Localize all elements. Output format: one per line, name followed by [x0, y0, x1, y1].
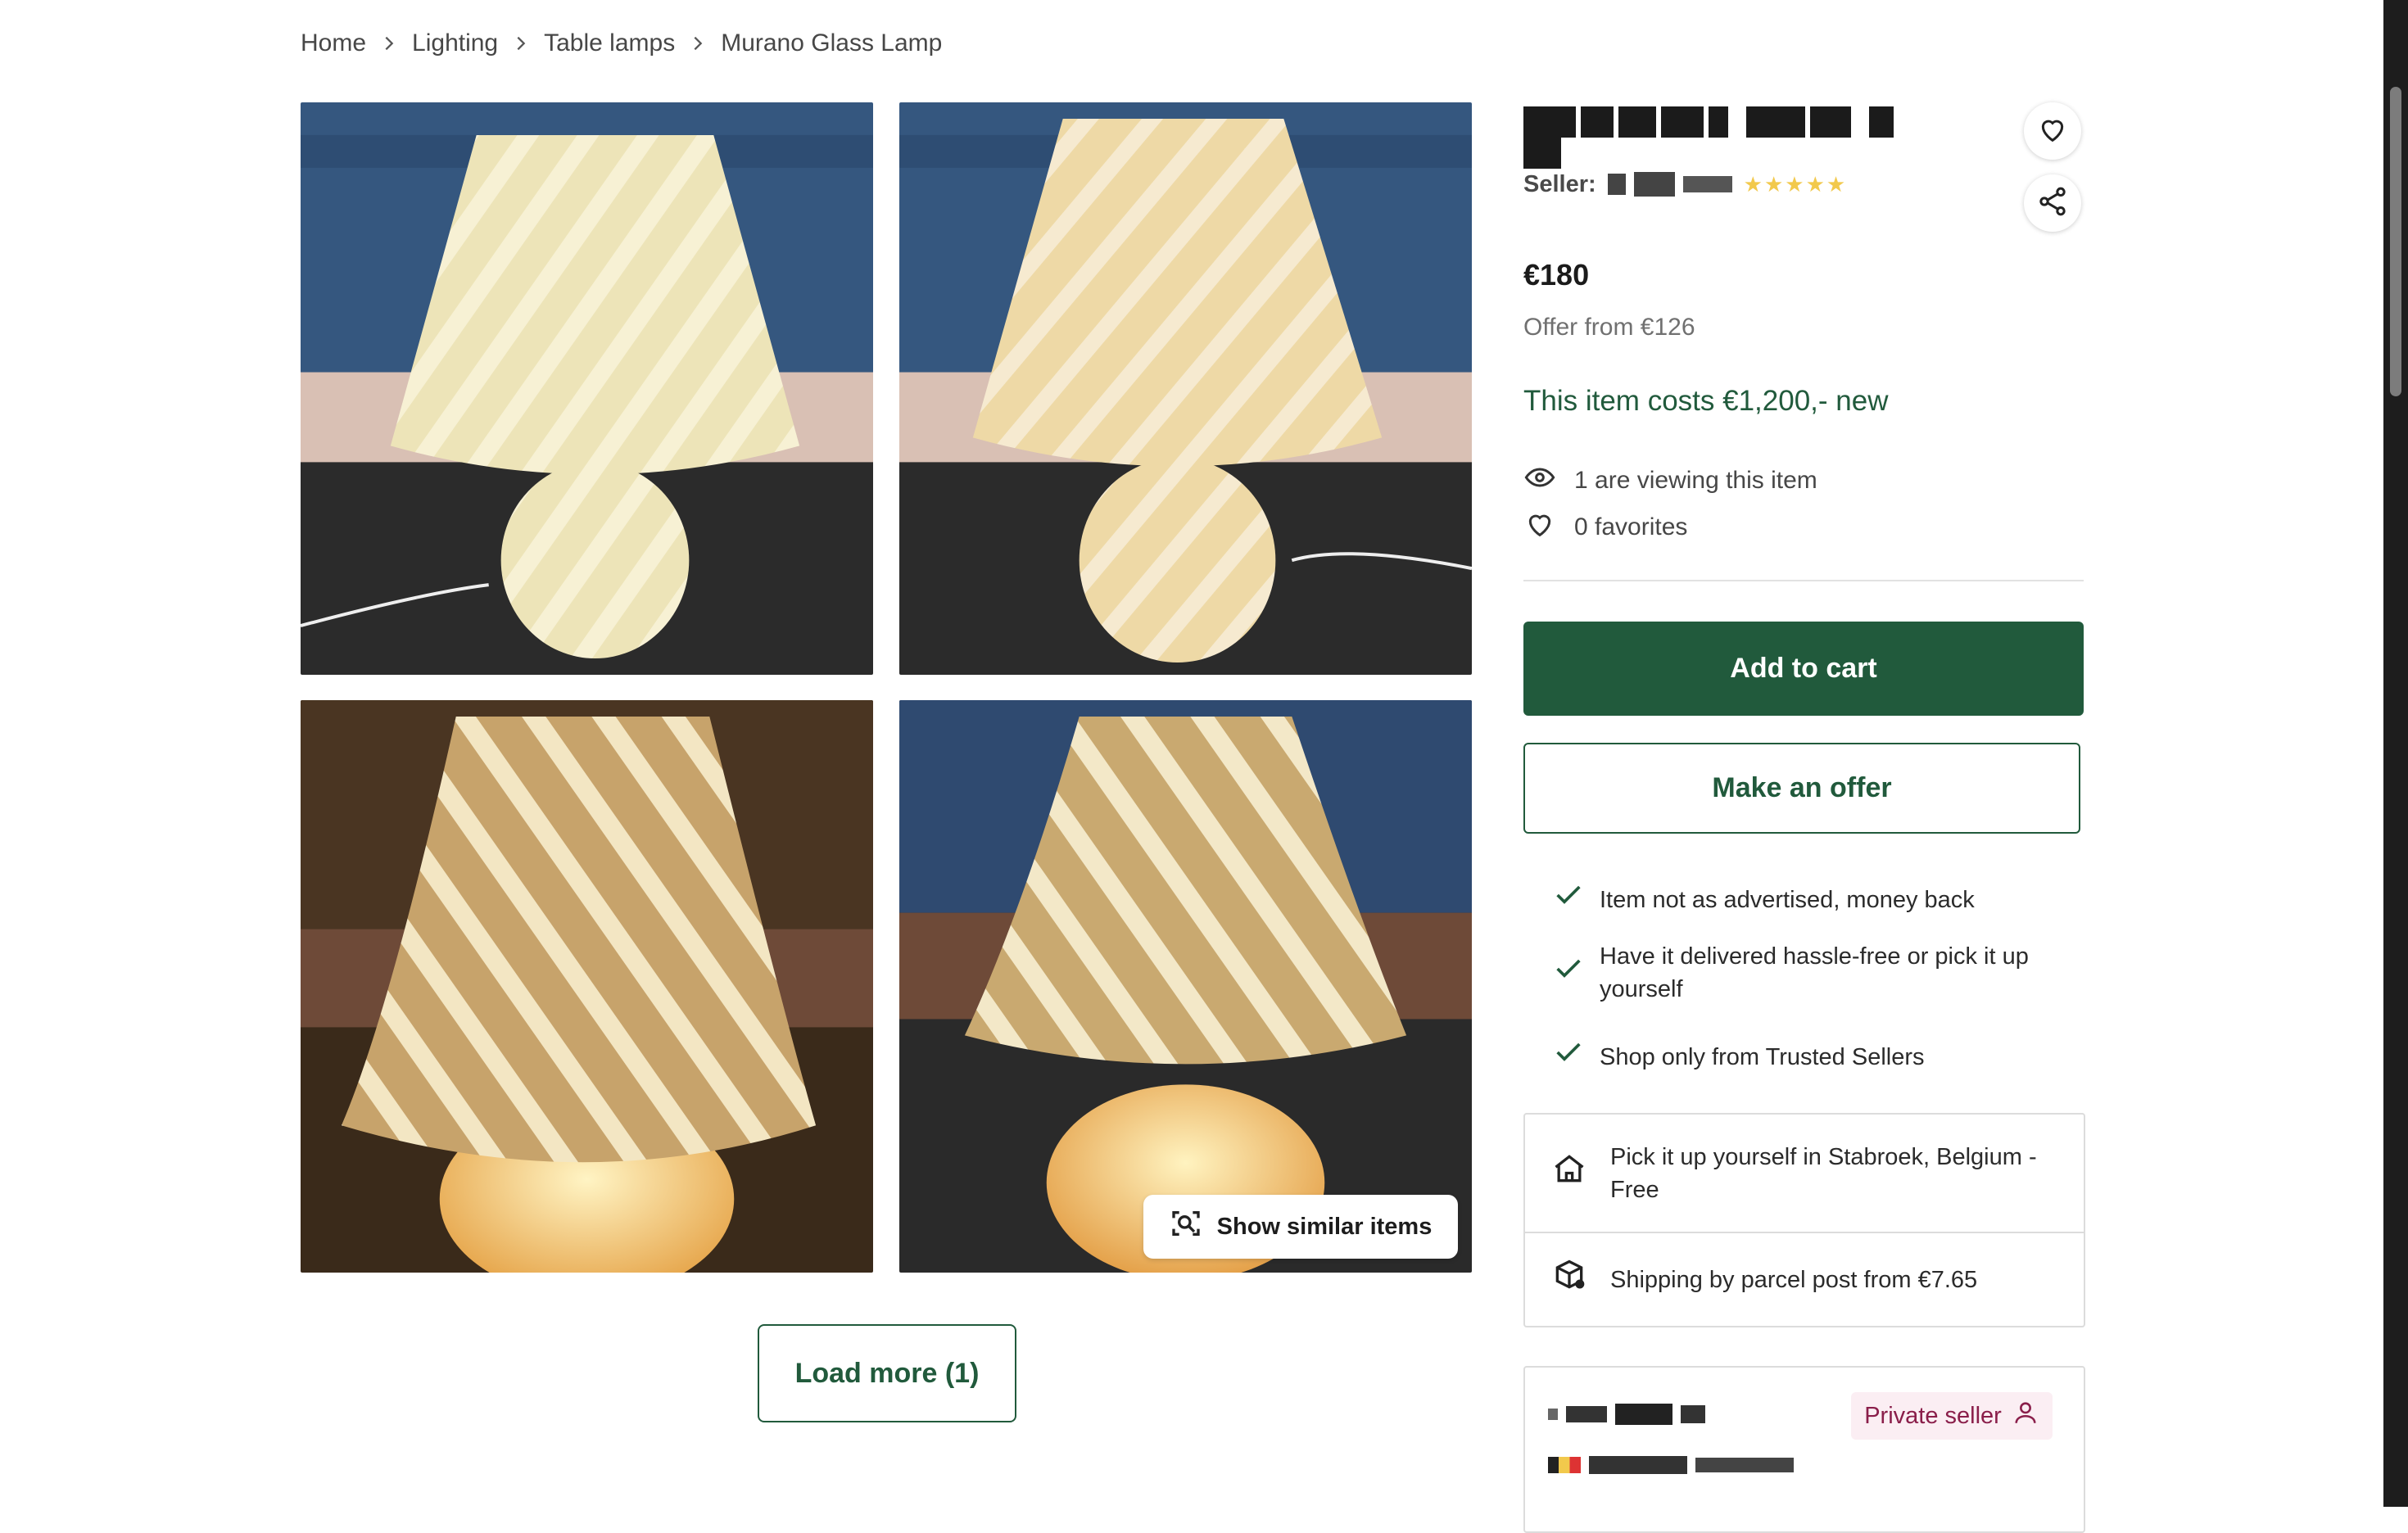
pickup-text: Pick it up yourself in Stabroek, Belgium…: [1610, 1143, 2037, 1203]
shipping-text: Shipping by parcel post from €7.65: [1610, 1266, 1978, 1293]
private-seller-badge: Private seller: [1851, 1392, 2053, 1440]
eye-icon: [1523, 461, 1556, 500]
heart-icon: [2036, 113, 2069, 150]
share-button[interactable]: [2024, 174, 2081, 232]
new-price-note: This item costs €1,200,- new: [1523, 385, 1889, 417]
viewing-count: 1 are viewing this item: [1523, 461, 1817, 500]
house-icon: [1551, 1151, 1587, 1196]
breadcrumb-home[interactable]: Home: [301, 29, 366, 57]
shipping-option: Shipping by parcel post from €7.65: [1525, 1233, 2084, 1326]
seller-rating-stars: ★ ★ ★ ★ ★: [1744, 172, 1846, 197]
private-seller-label: Private seller: [1864, 1402, 2002, 1429]
offer-from-price: Offer from €126: [1523, 314, 1695, 341]
make-offer-button[interactable]: Make an offer: [1523, 743, 2080, 834]
share-icon: [2036, 185, 2069, 222]
guarantee-text: Shop only from Trusted Sellers: [1600, 1043, 1925, 1070]
star-icon: ★: [1826, 171, 1846, 197]
favorite-button[interactable]: [2024, 102, 2081, 160]
star-icon: ★: [1785, 171, 1804, 197]
breadcrumb-lighting[interactable]: Lighting: [412, 29, 498, 57]
scrollbar-thumb[interactable]: [2390, 87, 2401, 396]
breadcrumb-table-lamps[interactable]: Table lamps: [544, 29, 675, 57]
product-photo-3[interactable]: [301, 700, 873, 1273]
delivery-options: Pick it up yourself in Stabroek, Belgium…: [1523, 1113, 2085, 1327]
divider: [1523, 580, 2084, 581]
star-icon: ★: [1743, 171, 1763, 197]
heart-icon: [1523, 508, 1556, 547]
chevron-right-icon: [675, 25, 721, 62]
chevron-right-icon: [366, 25, 412, 62]
chevron-right-icon: [498, 25, 544, 62]
product-photo-4[interactable]: [899, 700, 1472, 1273]
seller-label: Seller:: [1523, 170, 1596, 197]
guarantee-text: Have it delivered hassle-free or pick it…: [1600, 943, 2029, 1002]
checkmark-icon: [1552, 879, 1585, 920]
seller-card-name-redacted: [1548, 1404, 1705, 1425]
seller-row: Seller: ★ ★ ★ ★ ★: [1523, 166, 1845, 202]
product-photo-1[interactable]: [301, 102, 873, 675]
seller-card-location-redacted: [1548, 1456, 1794, 1474]
seller-name-redacted[interactable]: [1607, 172, 1732, 197]
show-similar-items-label: Show similar items: [1216, 1213, 1433, 1240]
star-icon: ★: [1763, 171, 1784, 197]
visual-search-icon: [1170, 1207, 1202, 1246]
seller-card[interactable]: [1523, 1366, 2085, 1533]
product-title-redacted: [1523, 106, 1917, 169]
viewing-text: 1 are viewing this item: [1574, 467, 1817, 494]
star-icon: ★: [1805, 171, 1825, 197]
favorites-text: 0 favorites: [1574, 513, 1688, 540]
breadcrumb-current: Murano Glass Lamp: [721, 29, 943, 57]
guarantee-delivery: Have it delivered hassle-free or pick it…: [1552, 940, 2076, 1006]
guarantee-money-back: Item not as advertised, money back: [1552, 879, 1975, 920]
checkmark-icon: [1552, 1036, 1585, 1078]
breadcrumb: Home Lighting Table lamps Murano Glass L…: [301, 25, 942, 62]
pickup-option: Pick it up yourself in Stabroek, Belgium…: [1525, 1115, 2084, 1233]
show-similar-items-button[interactable]: Show similar items: [1143, 1195, 1458, 1259]
guarantee-text: Item not as advertised, money back: [1600, 886, 1975, 913]
parcel-icon: [1551, 1257, 1587, 1302]
product-price: €180: [1523, 258, 1590, 292]
product-photo-2[interactable]: [899, 102, 1472, 675]
person-icon: [2012, 1399, 2039, 1433]
checkmark-icon: [1552, 952, 1585, 994]
add-to-cart-button[interactable]: Add to cart: [1523, 622, 2084, 716]
guarantee-trusted-sellers: Shop only from Trusted Sellers: [1552, 1036, 1925, 1078]
load-more-button[interactable]: Load more (1): [758, 1324, 1016, 1422]
favorites-count: 0 favorites: [1523, 508, 1687, 547]
